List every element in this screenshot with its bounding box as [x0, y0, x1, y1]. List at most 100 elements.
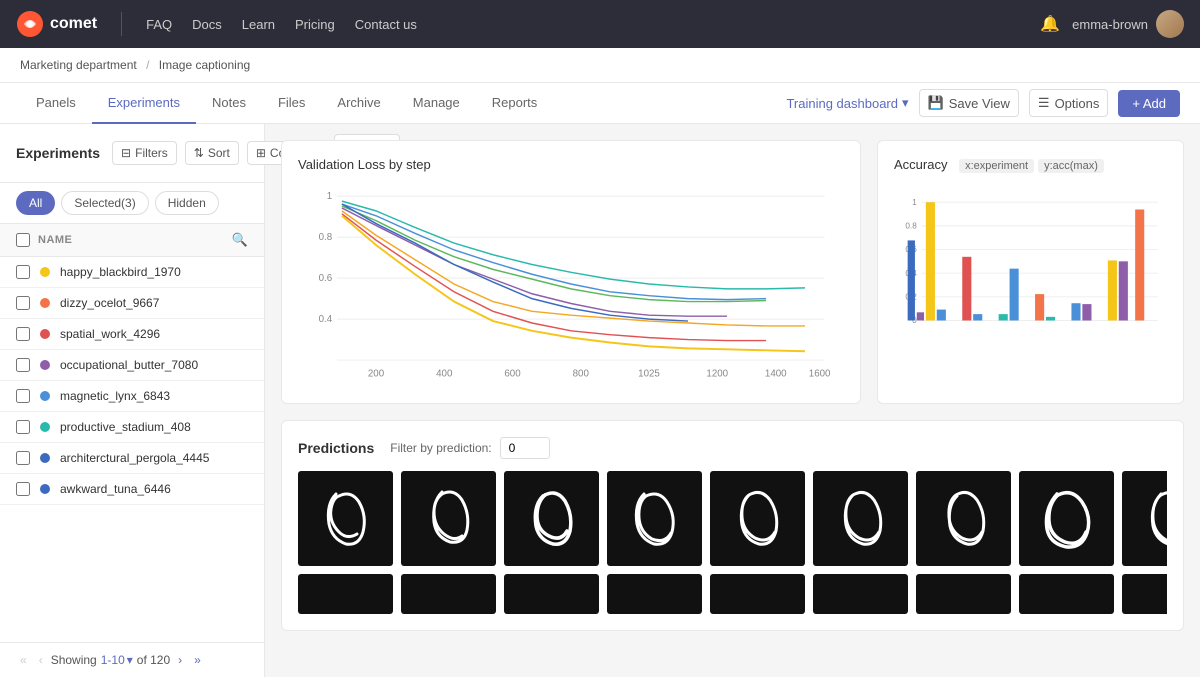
prediction-image-8 — [1019, 471, 1114, 566]
search-icon[interactable]: 🔍 — [232, 232, 248, 248]
prediction-image-6 — [813, 471, 908, 566]
svg-text:0.6: 0.6 — [319, 273, 333, 284]
breadcrumb-parent[interactable]: Marketing department — [20, 58, 137, 72]
tab-manage[interactable]: Manage — [397, 83, 476, 124]
experiment-item[interactable]: happy_blackbird_1970 — [0, 257, 264, 288]
charts-row: Validation Loss by step 1 0.8 0.6 0.4 — [281, 140, 1184, 404]
filter-all[interactable]: All — [16, 191, 55, 215]
prev-page-btn[interactable]: ‹ — [35, 651, 47, 669]
last-page-btn[interactable]: » — [190, 651, 205, 669]
tab-notes[interactable]: Notes — [196, 83, 262, 124]
experiment-name: awkward_tuna_6446 — [60, 482, 171, 496]
tab-archive[interactable]: Archive — [321, 83, 396, 124]
experiment-item[interactable]: architerctural_pergola_4445 — [0, 443, 264, 474]
experiment-item[interactable]: productive_stadium_408 — [0, 412, 264, 443]
page-range[interactable]: 1-10 ▾ — [101, 653, 133, 667]
nav-docs[interactable]: Docs — [192, 17, 222, 32]
svg-text:0.8: 0.8 — [319, 232, 333, 243]
experiment-checkbox[interactable] — [16, 358, 30, 372]
user-info[interactable]: emma-brown — [1072, 10, 1184, 38]
save-view-button[interactable]: 💾 Save View — [919, 89, 1019, 117]
experiment-name: magnetic_lynx_6843 — [60, 389, 170, 403]
options-button[interactable]: ☰ Options — [1029, 89, 1108, 117]
experiments-toolbar: Experiments ⊟ Filters ⇅ Sort ⊞ Columns ⊕… — [0, 124, 264, 183]
prediction-image-5 — [710, 471, 805, 566]
experiment-color-dot — [40, 484, 50, 494]
next-page-btn[interactable]: › — [174, 651, 186, 669]
accuracy-chart-title: Accuracy x:experiment y:acc(max) — [894, 157, 1167, 173]
pagination: « ‹ Showing 1-10 ▾ of 120 › » — [0, 642, 264, 677]
filters-button[interactable]: ⊟ Filters — [112, 141, 177, 165]
svg-text:1: 1 — [912, 198, 917, 207]
svg-text:400: 400 — [436, 369, 453, 380]
options-icon: ☰ — [1038, 95, 1050, 111]
left-panel: Experiments ⊟ Filters ⇅ Sort ⊞ Columns ⊕… — [0, 124, 265, 677]
select-all-checkbox[interactable] — [16, 233, 30, 247]
options-label: Options — [1055, 96, 1100, 111]
tab-files[interactable]: Files — [262, 83, 321, 124]
experiment-item[interactable]: awkward_tuna_6446 — [0, 474, 264, 505]
experiment-item[interactable]: spatial_work_4296 — [0, 319, 264, 350]
accuracy-chart-tags: x:experiment y:acc(max) — [959, 159, 1104, 173]
validation-chart-title: Validation Loss by step — [298, 157, 844, 172]
filter-tabs: All Selected(3) Hidden — [0, 183, 264, 224]
experiment-checkbox[interactable] — [16, 451, 30, 465]
svg-text:600: 600 — [504, 369, 521, 380]
experiment-color-dot — [40, 391, 50, 401]
experiment-checkbox[interactable] — [16, 482, 30, 496]
prediction-image-7 — [916, 471, 1011, 566]
prediction-image-row2-9 — [1122, 574, 1167, 614]
filter-selected[interactable]: Selected(3) — [61, 191, 148, 215]
accuracy-tag-y: y:acc(max) — [1038, 159, 1104, 173]
nav-faq[interactable]: FAQ — [146, 17, 172, 32]
predictions-images-row1 — [298, 471, 1167, 566]
first-page-btn[interactable]: « — [16, 651, 31, 669]
experiment-color-dot — [40, 267, 50, 277]
prediction-image-row2-3 — [504, 574, 599, 614]
filter-prediction-input[interactable] — [500, 437, 550, 459]
experiment-item[interactable]: magnetic_lynx_6843 — [0, 381, 264, 412]
page-info: Showing 1-10 ▾ of 120 — [51, 653, 170, 667]
training-dashboard-btn[interactable]: Training dashboard ▾ — [786, 95, 908, 111]
accuracy-title-text: Accuracy — [894, 157, 947, 172]
name-column-header: NAME — [38, 234, 224, 246]
nav-pricing[interactable]: Pricing — [295, 17, 335, 32]
nav-divider — [121, 12, 122, 36]
experiment-color-dot — [40, 329, 50, 339]
nav-learn[interactable]: Learn — [242, 17, 275, 32]
experiment-checkbox[interactable] — [16, 265, 30, 279]
filter-hidden[interactable]: Hidden — [155, 191, 219, 215]
experiment-item[interactable]: occupational_butter_7080 — [0, 350, 264, 381]
sort-button[interactable]: ⇅ Sort — [185, 141, 239, 165]
nav-links: FAQ Docs Learn Pricing Contact us — [146, 17, 417, 32]
predictions-card: Predictions Filter by prediction: — [281, 420, 1184, 631]
experiment-item[interactable]: dizzy_ocelot_9667 — [0, 288, 264, 319]
add-button[interactable]: + Add — [1118, 90, 1180, 117]
experiment-checkbox[interactable] — [16, 327, 30, 341]
svg-text:1400: 1400 — [765, 369, 787, 380]
experiment-checkbox[interactable] — [16, 420, 30, 434]
logo[interactable]: comet — [16, 10, 97, 38]
bell-icon[interactable]: 🔔 — [1040, 14, 1060, 34]
svg-text:200: 200 — [368, 369, 385, 380]
tab-panels[interactable]: Panels — [20, 83, 92, 124]
svg-text:0.8: 0.8 — [905, 222, 917, 231]
predictions-header: Predictions Filter by prediction: — [298, 437, 1167, 459]
prediction-image-row2-1 — [298, 574, 393, 614]
navbar: comet FAQ Docs Learn Pricing Contact us … — [0, 0, 1200, 48]
experiment-color-dot — [40, 453, 50, 463]
right-panel: Validation Loss by step 1 0.8 0.6 0.4 — [265, 124, 1200, 677]
experiment-checkbox[interactable] — [16, 296, 30, 310]
tab-reports[interactable]: Reports — [476, 83, 554, 124]
tabs-bar: Panels Experiments Notes Files Archive M… — [0, 83, 1200, 124]
svg-text:1025: 1025 — [638, 369, 660, 380]
prediction-image-row2-4 — [607, 574, 702, 614]
of-text: of 120 — [137, 653, 170, 667]
showing-text: Showing — [51, 653, 97, 667]
prediction-image-9 — [1122, 471, 1167, 566]
nav-contact[interactable]: Contact us — [355, 17, 417, 32]
experiment-list: happy_blackbird_1970 dizzy_ocelot_9667 s… — [0, 257, 264, 642]
tab-experiments[interactable]: Experiments — [92, 83, 196, 124]
validation-loss-chart: Validation Loss by step 1 0.8 0.6 0.4 — [281, 140, 861, 404]
experiment-checkbox[interactable] — [16, 389, 30, 403]
